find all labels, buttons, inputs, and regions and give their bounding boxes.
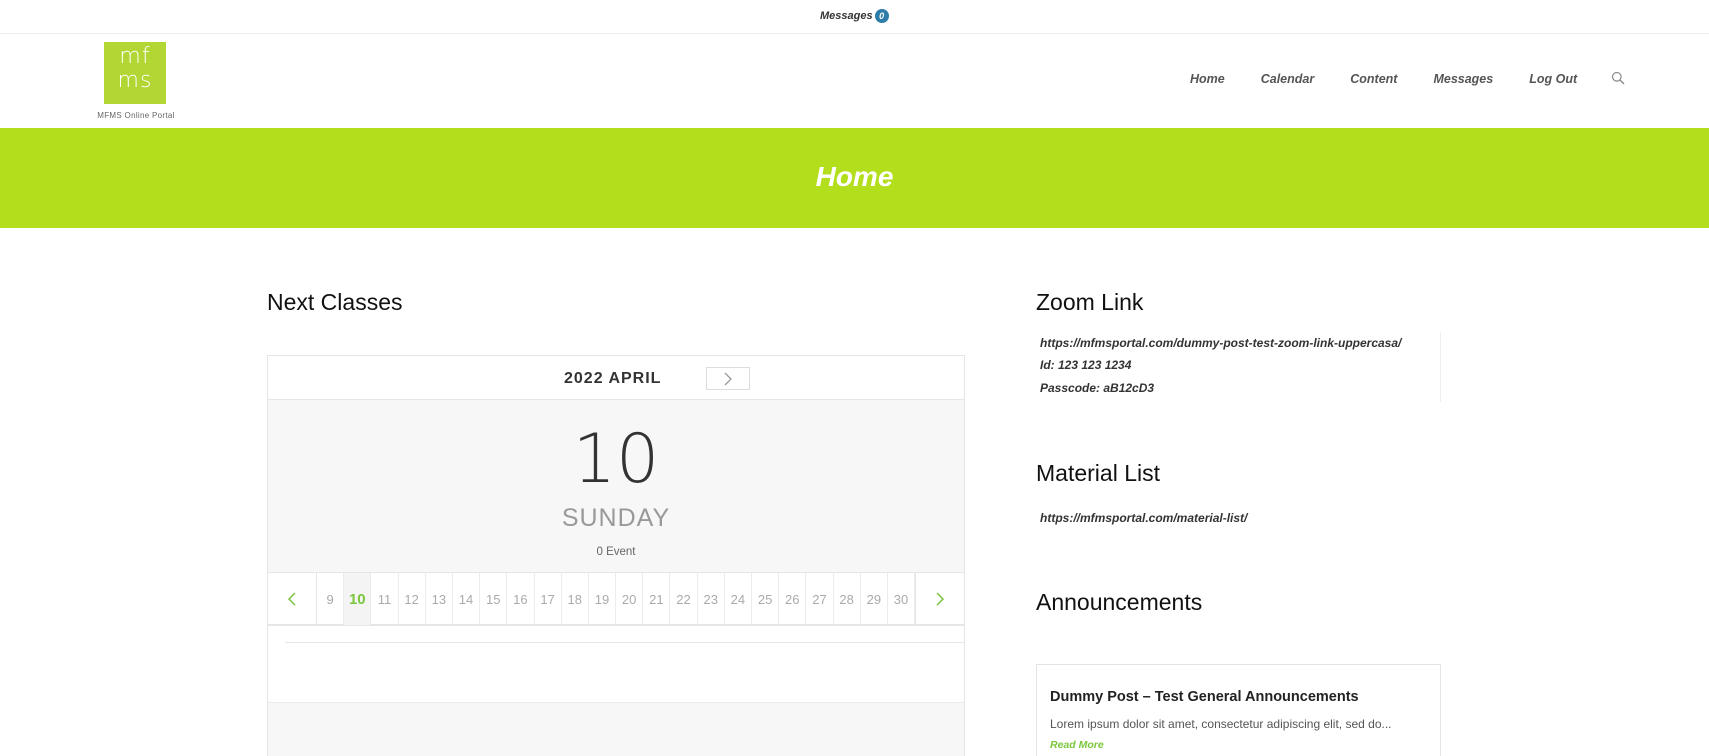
calendar-day-17[interactable]: 17 bbox=[535, 573, 562, 625]
calendar-day-12[interactable]: 12 bbox=[399, 573, 426, 625]
site-header: mf ms MFMS Online Portal Home Calendar C… bbox=[0, 34, 1709, 128]
calendar-day-9[interactable]: 9 bbox=[317, 573, 345, 625]
events-calendar: 2022 APRIL 10 SUNDAY 0 Event 9 10 11 12 13 14… bbox=[267, 355, 965, 756]
calendar-header: 2022 APRIL bbox=[268, 356, 964, 400]
calendar-day-10[interactable]: 10 bbox=[344, 573, 372, 625]
calendar-day-23[interactable]: 23 bbox=[698, 573, 725, 625]
next-classes-heading: Next Classes bbox=[267, 289, 403, 315]
zoom-passcode: Passcode: aB12cD3 bbox=[1040, 381, 1155, 395]
calendar-days: 9 10 11 12 13 14 15 16 17 18 19 20 21 22 23 24 25 26 27 28 2… bbox=[317, 573, 916, 625]
calendar-day-13[interactable]: 13 bbox=[426, 573, 453, 625]
calendar-day-21[interactable]: 21 bbox=[643, 573, 671, 625]
zoom-link-box: https://mfmsportal.com/dummy-post-test-z… bbox=[1036, 332, 1441, 402]
calendar-day-20[interactable]: 20 bbox=[616, 573, 644, 625]
calendar-day-30[interactable]: 30 bbox=[888, 573, 916, 625]
material-list-link[interactable]: https://mfmsportal.com/material-list/ bbox=[1040, 511, 1247, 525]
calendar-day-24[interactable]: 24 bbox=[725, 573, 752, 625]
calendar-event-count: 0 Event bbox=[596, 546, 636, 558]
top-messages-label: Messages bbox=[820, 10, 873, 22]
calendar-day-25[interactable]: 25 bbox=[752, 573, 780, 625]
calendar-weekday: SUNDAY bbox=[561, 504, 671, 532]
calendar-footer bbox=[268, 702, 964, 756]
chevron-right-icon bbox=[724, 372, 732, 385]
logo-caption: MFMS Online Portal bbox=[97, 111, 175, 120]
calendar-day-27[interactable]: 27 bbox=[806, 573, 834, 625]
page-banner: Home bbox=[0, 128, 1709, 228]
calendar-next-days-button[interactable] bbox=[915, 573, 964, 625]
calendar-divider bbox=[285, 642, 964, 643]
calendar-day-15[interactable]: 15 bbox=[480, 573, 508, 625]
logo-text-line1: mf bbox=[119, 44, 151, 69]
announcement-card: Dummy Post – Test General Announcements … bbox=[1036, 664, 1441, 756]
calendar-day-11[interactable]: 11 bbox=[371, 573, 399, 625]
announcement-excerpt: Lorem ipsum dolor sit amet, consectetur … bbox=[1050, 717, 1392, 731]
nav-item-calendar[interactable]: Calendar bbox=[1261, 72, 1315, 86]
chevron-right-icon bbox=[936, 592, 945, 606]
calendar-day-28[interactable]: 28 bbox=[834, 573, 861, 625]
chevron-left-icon bbox=[287, 592, 296, 606]
nav-item-home[interactable]: Home bbox=[1190, 72, 1225, 86]
announcement-post-title[interactable]: Dummy Post – Test General Announcements bbox=[1050, 689, 1359, 705]
main-nav: Home Calendar Content Messages Log Out bbox=[1190, 71, 1627, 87]
calendar-day-number: 10 bbox=[572, 420, 660, 499]
calendar-day-16[interactable]: 16 bbox=[507, 573, 535, 625]
calendar-day-18[interactable]: 18 bbox=[562, 573, 589, 625]
site-logo[interactable]: mf ms bbox=[104, 42, 166, 104]
zoom-link-heading: Zoom Link bbox=[1036, 289, 1144, 315]
messages-count-badge: 0 bbox=[874, 9, 889, 23]
search-icon[interactable] bbox=[1611, 71, 1627, 87]
calendar-day-29[interactable]: 29 bbox=[861, 573, 888, 625]
top-messages-link[interactable]: Messages 0 bbox=[820, 9, 889, 23]
calendar-day-19[interactable]: 19 bbox=[589, 573, 617, 625]
calendar-day-14[interactable]: 14 bbox=[453, 573, 481, 625]
calendar-next-month-button[interactable] bbox=[706, 367, 750, 390]
material-list-heading: Material List bbox=[1036, 460, 1160, 486]
zoom-link-url[interactable]: https://mfmsportal.com/dummy-post-test-z… bbox=[1040, 336, 1401, 350]
zoom-meeting-id: Id: 123 123 1234 bbox=[1040, 358, 1132, 372]
read-more-link[interactable]: Read More bbox=[1050, 739, 1104, 751]
announcements-heading: Announcements bbox=[1036, 589, 1203, 615]
calendar-day-26[interactable]: 26 bbox=[779, 573, 807, 625]
nav-item-messages[interactable]: Messages bbox=[1433, 72, 1493, 86]
calendar-selected-day: 10 SUNDAY 0 Event bbox=[268, 400, 964, 572]
calendar-month-label: 2022 APRIL bbox=[564, 370, 662, 387]
logo-text-line2: ms bbox=[117, 68, 153, 93]
logo-text: mf ms bbox=[104, 45, 166, 93]
calendar-day-strip: 9 10 11 12 13 14 15 16 17 18 19 20 21 22 23 24 25 26 27 28 2… bbox=[268, 572, 964, 626]
nav-item-content[interactable]: Content bbox=[1350, 72, 1397, 86]
top-bar: Messages 0 bbox=[0, 0, 1709, 34]
nav-item-logout[interactable]: Log Out bbox=[1529, 72, 1577, 86]
calendar-day-22[interactable]: 22 bbox=[670, 573, 698, 625]
page-title: Home bbox=[815, 161, 894, 192]
calendar-prev-days-button[interactable] bbox=[268, 573, 317, 625]
